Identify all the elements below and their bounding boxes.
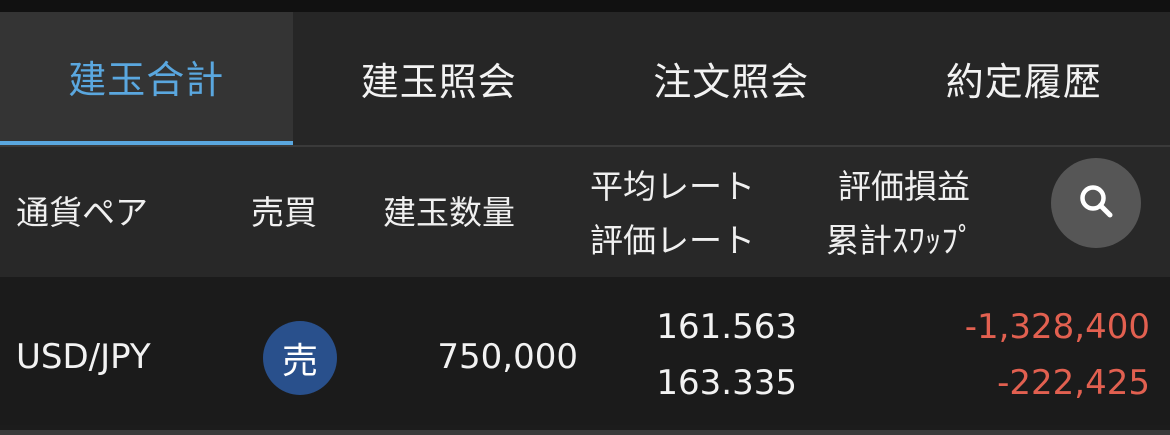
row-evaluation-rate: 163.335 <box>656 363 797 403</box>
header-side: 売買 <box>251 193 317 232</box>
row-average-rate: 161.563 <box>656 307 797 347</box>
header-currency-pair: 通貨ペア <box>16 193 148 232</box>
row-pnl: -1,328,400 <box>964 307 1150 347</box>
header-pnl: 評価損益 <box>838 167 970 206</box>
tab-bar: 建玉合計 建玉照会 注文照会 約定履歴 <box>0 12 1170 145</box>
search-icon <box>1076 181 1116 225</box>
tab-execution-history[interactable]: 約定履歴 <box>878 12 1170 145</box>
divider <box>0 430 1170 435</box>
search-button[interactable] <box>1051 158 1141 248</box>
row-currency-pair: USD/JPY <box>16 337 151 377</box>
row-cumulative-swap: -222,425 <box>997 363 1150 403</box>
tab-position-inquiry[interactable]: 建玉照会 <box>293 12 586 145</box>
table-header: 通貨ペア 売買 建玉数量 平均レート 評価レート 評価損益 累計ｽﾜｯﾌﾟ <box>0 145 1170 277</box>
table-row[interactable]: USD/JPY 売 750,000 161.563 163.335 -1,328… <box>0 277 1170 425</box>
tab-position-summary[interactable]: 建玉合計 <box>0 12 293 145</box>
header-average-rate: 平均レート <box>590 167 755 206</box>
top-bar <box>0 0 1170 12</box>
side-badge-sell: 売 <box>263 321 337 395</box>
row-quantity: 750,000 <box>437 337 578 377</box>
tab-order-inquiry[interactable]: 注文照会 <box>585 12 878 145</box>
header-cumulative-swap: 累計ｽﾜｯﾌﾟ <box>826 221 975 260</box>
header-evaluation-rate: 評価レート <box>590 221 755 260</box>
header-quantity: 建玉数量 <box>383 193 515 232</box>
